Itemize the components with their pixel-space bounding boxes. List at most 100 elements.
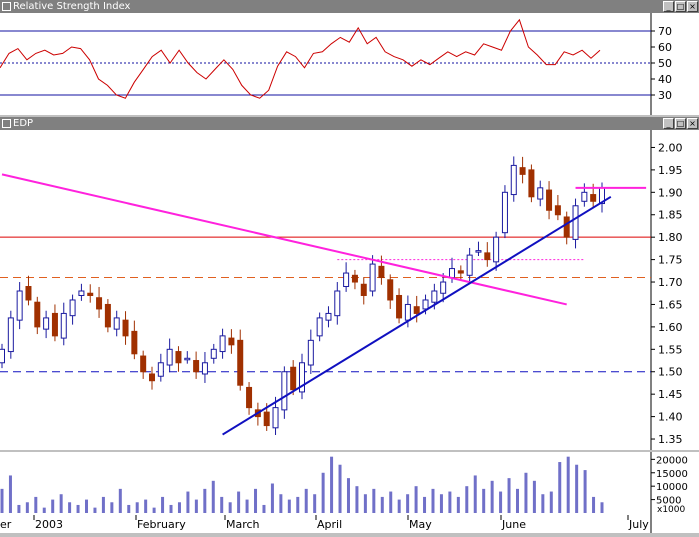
candle-body — [281, 371, 288, 411]
price-tick-label: 1.45 — [658, 388, 683, 401]
candle-body — [69, 299, 76, 317]
volume-bar — [431, 488, 435, 513]
volume-bar — [313, 494, 317, 513]
volume-bar — [127, 504, 131, 513]
volume-bar — [380, 496, 384, 513]
price-tick-label: 1.50 — [658, 366, 683, 379]
price-tick-label: 2.00 — [658, 141, 683, 154]
price-minimize-button[interactable]: _ — [663, 118, 674, 129]
price-tick-label: 1.75 — [658, 254, 683, 267]
candle-body — [413, 306, 420, 314]
candle-body — [563, 216, 570, 238]
volume-pane: 20000 15000 10000 5000 x1000 — [0, 452, 699, 515]
candle-body — [78, 290, 85, 296]
volume-bar — [101, 496, 105, 513]
volume-bar — [296, 496, 300, 513]
volume-bar — [355, 486, 359, 513]
price-maximize-button[interactable]: □ — [675, 118, 686, 129]
volume-bar — [524, 472, 528, 513]
candle-body — [175, 351, 182, 364]
volume-bar — [566, 456, 570, 513]
volume-bar — [414, 486, 418, 513]
volume-bar — [186, 491, 190, 513]
volume-bar — [372, 488, 376, 513]
volume-bar — [363, 494, 367, 513]
candle-body — [237, 339, 244, 386]
volume-bar — [169, 504, 173, 513]
price-close-button[interactable]: × — [687, 118, 698, 129]
volume-bar — [465, 486, 469, 513]
candle-body — [113, 317, 120, 330]
candle-body — [475, 250, 482, 253]
candle-body — [546, 189, 553, 211]
volume-chart: 2000015000100005000x1000 — [0, 452, 688, 515]
candle-body — [184, 357, 191, 361]
volume-bar — [93, 507, 97, 513]
volume-bar — [85, 499, 89, 513]
volume-bar — [406, 494, 410, 513]
price-pane-icon — [2, 119, 11, 128]
candle-body — [440, 281, 447, 294]
candle-body — [528, 169, 535, 198]
candle-body — [378, 265, 385, 279]
rsi-series-line — [0, 18, 601, 99]
trend-line-magenta — [1, 173, 567, 306]
volume-bar — [254, 488, 258, 513]
volume-bar — [338, 464, 342, 513]
price-tick-label: 1.90 — [658, 186, 683, 199]
volume-bar — [575, 464, 579, 513]
rsi-pane: 70 60 50 40 30 — [0, 13, 699, 115]
candle-body — [219, 335, 226, 353]
rsi-close-button[interactable]: × — [687, 1, 698, 12]
x-axis: er 2003 February March April May June July — [0, 515, 699, 533]
volume-bar — [583, 470, 587, 513]
rsi-tick-label: 60 — [658, 41, 672, 54]
candle-body — [201, 362, 208, 375]
volume-bar — [389, 491, 393, 513]
volume-bar — [397, 499, 401, 513]
price-tick-label: 1.65 — [658, 298, 683, 311]
candle-body — [351, 274, 358, 283]
volume-bar — [237, 491, 241, 513]
candle-body — [193, 360, 200, 373]
volume-bar — [287, 499, 291, 513]
rsi-tick-label: 50 — [658, 57, 672, 70]
candle-body — [316, 317, 323, 337]
volume-bar — [330, 456, 334, 513]
rsi-maximize-button[interactable]: □ — [675, 1, 686, 12]
volume-bar — [144, 499, 148, 513]
volume-bar — [8, 475, 12, 513]
rsi-minimize-button[interactable]: _ — [663, 1, 674, 12]
candle-body — [387, 279, 394, 301]
candle-body — [519, 167, 526, 175]
volume-bar — [592, 496, 596, 513]
x-tick-label: July — [628, 518, 649, 531]
volume-bar — [17, 504, 21, 513]
candle-body — [501, 191, 508, 234]
candle-body — [510, 164, 517, 196]
volume-bar — [490, 480, 494, 513]
volume-bar — [532, 480, 536, 513]
rsi-pane-icon — [2, 2, 11, 11]
volume-bar — [473, 475, 477, 513]
x-tick-label: March — [226, 518, 260, 531]
candle-body — [404, 303, 411, 321]
candle-body — [431, 290, 438, 303]
price-title-bar: EDP _ □ × — [0, 117, 699, 130]
volume-bar — [110, 502, 114, 513]
volume-bar — [600, 502, 604, 513]
candle-body — [360, 283, 367, 296]
candle-body — [554, 205, 561, 216]
candle-body — [25, 286, 32, 301]
x-tick-label: er — [0, 518, 12, 531]
volume-bar — [118, 488, 122, 513]
candle-body — [457, 270, 464, 274]
candle-body — [307, 339, 314, 366]
volume-bar — [42, 507, 46, 513]
volume-bar — [558, 462, 562, 513]
candle-body — [537, 187, 544, 200]
candle-body — [131, 330, 138, 355]
price-chart: 2.00 1.95 1.90 1.85 1.80 1.75 1.70 1.65 1.60 1.55… — [0, 130, 683, 450]
candle-body — [334, 290, 341, 317]
candle-body — [263, 411, 270, 427]
